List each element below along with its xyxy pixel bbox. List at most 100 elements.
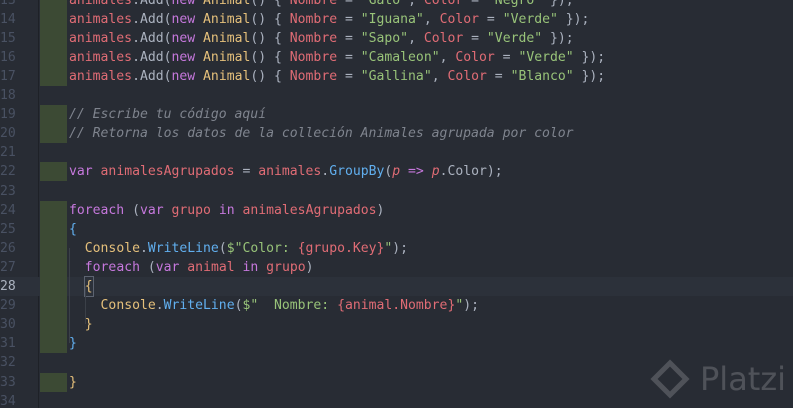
code-line[interactable]: 15 animales.Add(new Animal() { Nombre = "… — [0, 28, 793, 48]
code-token: Animal — [203, 11, 251, 27]
code-token: . — [155, 298, 164, 314]
code-text[interactable]: } — [69, 315, 93, 334]
code-token: "Verde" — [486, 30, 543, 46]
code-line[interactable]: 18 — [0, 86, 793, 105]
line-number: 30 — [0, 317, 16, 333]
code-token: ( — [218, 240, 227, 256]
code-token: grupo — [266, 259, 306, 275]
code-token: , — [431, 68, 448, 84]
code-line[interactable]: 14 animales.Add(new Animal() { Nombre = "… — [0, 9, 793, 29]
code-text[interactable]: animales.Add(new Animal() { Nombre = "Ca… — [69, 48, 605, 67]
line-number: 28 — [0, 279, 16, 294]
code-text[interactable]: foreach (var animal in grupo) — [69, 258, 314, 277]
code-text[interactable]: foreach (var grupo in animalesAgrupados) — [69, 201, 384, 220]
code-text[interactable]: animales.Add(new Animal() { Nombre = "Sa… — [69, 29, 574, 48]
code-line[interactable]: 21 — [0, 143, 793, 162]
code-line[interactable]: 22 var animalesAgrupados = animales.Group… — [0, 162, 793, 182]
code-token: Nombre — [289, 11, 338, 27]
git-modified-marker — [40, 9, 67, 29]
line-number: 15 — [0, 30, 16, 46]
code-token: grupo — [171, 202, 211, 218]
code-editor[interactable]: 13 animales.Add(new Animal() { Nombre = "… — [0, 0, 793, 408]
code-token: new — [171, 49, 196, 65]
code-token: .Color); — [439, 164, 503, 180]
code-token: .Add( — [132, 68, 172, 84]
code-token: animales — [69, 68, 133, 84]
code-token: = — [463, 30, 487, 46]
code-token: }); — [542, 0, 574, 8]
code-token: }); — [573, 49, 606, 65]
code-token: Animal — [203, 0, 251, 8]
code-token: foreach — [84, 259, 140, 275]
code-token: new — [171, 68, 196, 84]
line-number: 14 — [0, 11, 16, 27]
code-token: "Negro" — [486, 0, 543, 8]
code-token: = — [234, 164, 259, 180]
code-token: "Gato" — [360, 0, 409, 8]
code-token: .Add( — [132, 11, 172, 27]
code-text[interactable]: Console.WriteLine($"Color: {grupo.Key}")… — [69, 239, 408, 258]
code-token: animales — [69, 30, 133, 46]
code-token: in — [218, 202, 235, 218]
code-text[interactable]: } — [69, 334, 77, 353]
code-line[interactable]: 17 animales.Add(new Animal() { Nombre = "… — [0, 66, 793, 86]
code-line[interactable]: 20 // Retorna los datos de la colleción A… — [0, 124, 793, 144]
code-token: }); — [557, 11, 590, 27]
line-number: 19 — [0, 107, 16, 123]
code-token: new — [171, 30, 196, 46]
git-modified-marker — [40, 47, 67, 67]
code-token: // Retorna los datos de la colleción Ani… — [69, 126, 574, 142]
code-token: , — [423, 11, 440, 27]
code-token: // Escribe tu código aquí — [69, 107, 267, 123]
git-modified-marker — [40, 315, 67, 335]
code-line[interactable]: 25 { — [0, 219, 793, 239]
code-text[interactable]: animales.Add(new Animal() { Nombre = "Ga… — [69, 67, 605, 86]
code-line[interactable]: 16 animales.Add(new Animal() { Nombre = "… — [0, 47, 793, 67]
code-text[interactable]: Console.WriteLine($" Nombre: {animal.Nom… — [69, 296, 479, 315]
git-modified-marker — [40, 105, 67, 125]
code-text[interactable]: animales.Add(new Animal() { Nombre = "Ga… — [69, 0, 574, 10]
code-token: new — [171, 0, 196, 8]
code-line[interactable]: 29 Console.WriteLine($" Nombre: {animal.… — [0, 296, 793, 316]
code-text[interactable]: // Retorna los datos de la colleción Ani… — [69, 124, 574, 143]
code-line[interactable]: 27 foreach (var animal in grupo) — [0, 257, 793, 277]
code-token: animales — [69, 0, 133, 8]
indent-guide — [85, 286, 86, 324]
code-text[interactable]: animales.Add(new Animal() { Nombre = "Ig… — [69, 10, 589, 29]
code-line[interactable]: 31} — [0, 334, 793, 354]
code-token: = — [494, 49, 519, 65]
code-line[interactable]: 28 { — [0, 275, 793, 298]
code-line[interactable]: 26 Console.WriteLine($"Color: {grupo.Key… — [0, 238, 793, 258]
code-token: Animal — [203, 68, 251, 84]
code-token: { — [69, 221, 77, 237]
line-number: 16 — [0, 49, 16, 65]
code-line[interactable]: 23 — [0, 182, 793, 201]
code-text[interactable]: var animalesAgrupados = animales.GroupBy… — [69, 162, 503, 181]
code-token: "Verde" — [502, 11, 558, 27]
code-token: Color — [447, 68, 487, 84]
code-token: Nombre — [289, 49, 338, 65]
code-line[interactable]: 19 // Escribe tu código aquí — [0, 105, 793, 125]
code-token: {animal.Nombre} — [337, 298, 456, 314]
git-modified-marker — [40, 124, 67, 144]
code-token: = — [337, 30, 361, 46]
line-number: 29 — [0, 298, 16, 314]
code-token: }); — [573, 68, 606, 84]
code-text[interactable]: } — [69, 373, 77, 392]
code-text[interactable]: // Escribe tu código aquí — [69, 105, 266, 124]
code-token: .Add( — [132, 0, 172, 8]
code-line[interactable]: 13 animales.Add(new Animal() { Nombre = "… — [0, 0, 793, 10]
line-number: 18 — [0, 88, 16, 103]
code-text[interactable]: { — [69, 275, 94, 298]
code-token: Nombre — [289, 30, 338, 46]
code-line[interactable]: 24 foreach (var grupo in animalesAgrupado… — [0, 200, 793, 220]
code-text[interactable]: { — [69, 220, 77, 239]
code-line[interactable]: 30 } — [0, 315, 793, 335]
